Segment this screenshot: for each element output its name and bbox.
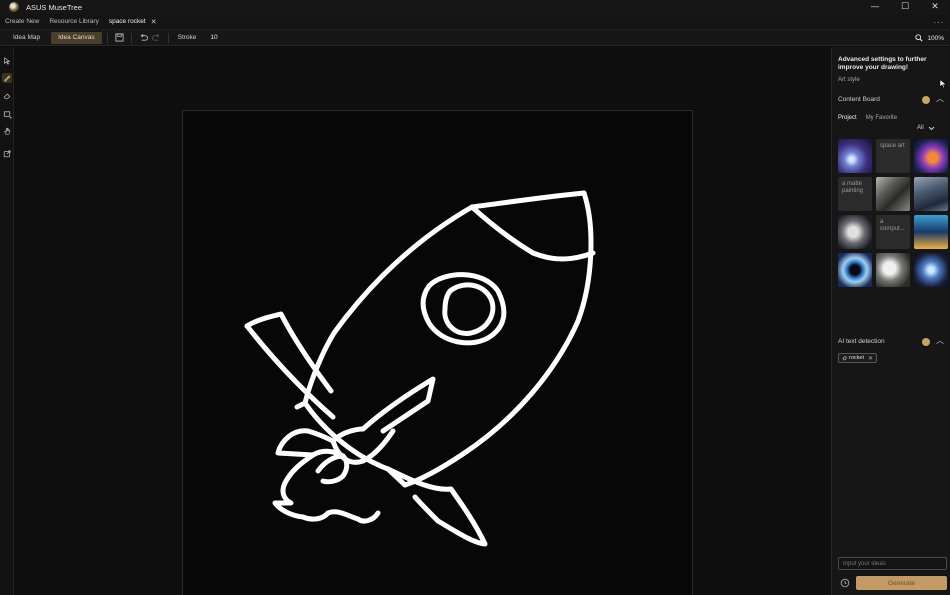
toolbar: Idea Map Idea Canvas Stroke 10 100% [0, 30, 950, 46]
idea-input[interactable] [838, 557, 947, 570]
toolbar-divider [106, 32, 108, 43]
app-logo [9, 2, 19, 12]
minimize-button[interactable]: — [860, 0, 890, 14]
chevron-down-icon [928, 126, 935, 130]
moon-thumbnail[interactable] [838, 215, 872, 249]
canvas-workspace [15, 47, 830, 595]
subtab-project[interactable]: Project [838, 115, 857, 121]
content-board-subtabs: Project My Favorite [838, 115, 897, 121]
select-tool-icon[interactable] [2, 56, 12, 66]
station-thumbnail[interactable] [876, 177, 910, 211]
drawing-canvas[interactable] [182, 110, 693, 595]
filter-value: All [917, 125, 924, 131]
advanced-settings-title: Advanced settings to further improve you… [838, 56, 927, 71]
redo-icon[interactable] [150, 31, 163, 44]
portal-thumbnail[interactable] [838, 253, 872, 287]
more-options-icon[interactable]: ··· [934, 14, 945, 30]
idea-canvas-button[interactable]: Idea Canvas [51, 31, 102, 44]
toolbar-divider [130, 32, 132, 43]
ai-text-detection-title: AI text detection [838, 338, 885, 345]
moonscape-thumbnail[interactable] [876, 253, 910, 287]
collapse-chevron-icon[interactable]: ︿ [936, 335, 944, 346]
mouse-cursor-icon [939, 79, 947, 89]
detected-tag-chip[interactable]: rocket ✕ [838, 353, 878, 363]
stroke-size-value[interactable]: 10 [210, 34, 217, 41]
board-text-item[interactable]: a comput... [876, 215, 910, 249]
ai-detection-status-icon [922, 338, 930, 346]
close-window-button[interactable]: ✕ [920, 0, 950, 14]
planet-thumbnail[interactable] [914, 139, 948, 173]
rocket-sketch [244, 190, 596, 547]
brush-tool-icon[interactable] [2, 73, 12, 83]
history-icon[interactable] [840, 578, 850, 588]
spacecraft-thumbnail[interactable] [914, 177, 948, 211]
close-tab-icon[interactable]: ✕ [151, 18, 157, 26]
title-bar: ASUS MuseTree — ☐ ✕ [0, 0, 950, 14]
shape-tool-icon[interactable] [2, 109, 12, 119]
board-text-item[interactable]: a matte painting [838, 177, 872, 211]
vortex-thumbnail[interactable] [914, 253, 948, 287]
content-board-title: Content Board [838, 96, 880, 103]
city-thumbnail[interactable] [914, 215, 948, 249]
idea-map-button[interactable]: Idea Map [6, 32, 47, 44]
filter-dropdown[interactable]: All [917, 125, 935, 131]
save-icon[interactable] [113, 31, 126, 44]
content-board-status-icon [922, 96, 930, 104]
nebula-thumbnail[interactable] [838, 139, 872, 173]
tag-icon [842, 356, 847, 361]
subtab-my-favorite[interactable]: My Favorite [866, 115, 897, 121]
tab-label: space rocket [108, 18, 146, 25]
maximize-button[interactable]: ☐ [890, 0, 920, 14]
app-title: ASUS MuseTree [26, 2, 82, 12]
tab-space-rocket[interactable]: space rocket ✕ [104, 14, 162, 30]
settings-panel: Advanced settings to further improve you… [831, 47, 950, 595]
undo-icon[interactable] [137, 31, 150, 44]
zoom-icon [915, 34, 923, 42]
zoom-level: 100% [927, 34, 944, 42]
zoom-control[interactable]: 100% [915, 30, 944, 46]
tab-resource-library[interactable]: Resource Library [44, 14, 104, 30]
hand-tool-icon[interactable] [2, 126, 12, 136]
window-controls: — ☐ ✕ [860, 0, 950, 14]
art-style-label[interactable]: Art style [838, 77, 860, 83]
toolbar-divider [167, 32, 169, 43]
eraser-tool-icon[interactable] [2, 91, 12, 101]
tool-rail [0, 47, 14, 595]
board-text-item[interactable]: space art [876, 139, 910, 173]
stroke-label: Stroke [177, 34, 197, 41]
tab-bar: Create New Resource Library space rocket… [0, 14, 950, 30]
export-tool-icon[interactable] [2, 149, 12, 159]
tag-label: rocket [849, 355, 864, 361]
tab-create-new[interactable]: Create New [0, 14, 44, 30]
generate-button[interactable]: Generate [856, 576, 947, 590]
collapse-chevron-icon[interactable]: ︿ [936, 93, 944, 104]
remove-tag-icon[interactable]: ✕ [868, 355, 873, 362]
